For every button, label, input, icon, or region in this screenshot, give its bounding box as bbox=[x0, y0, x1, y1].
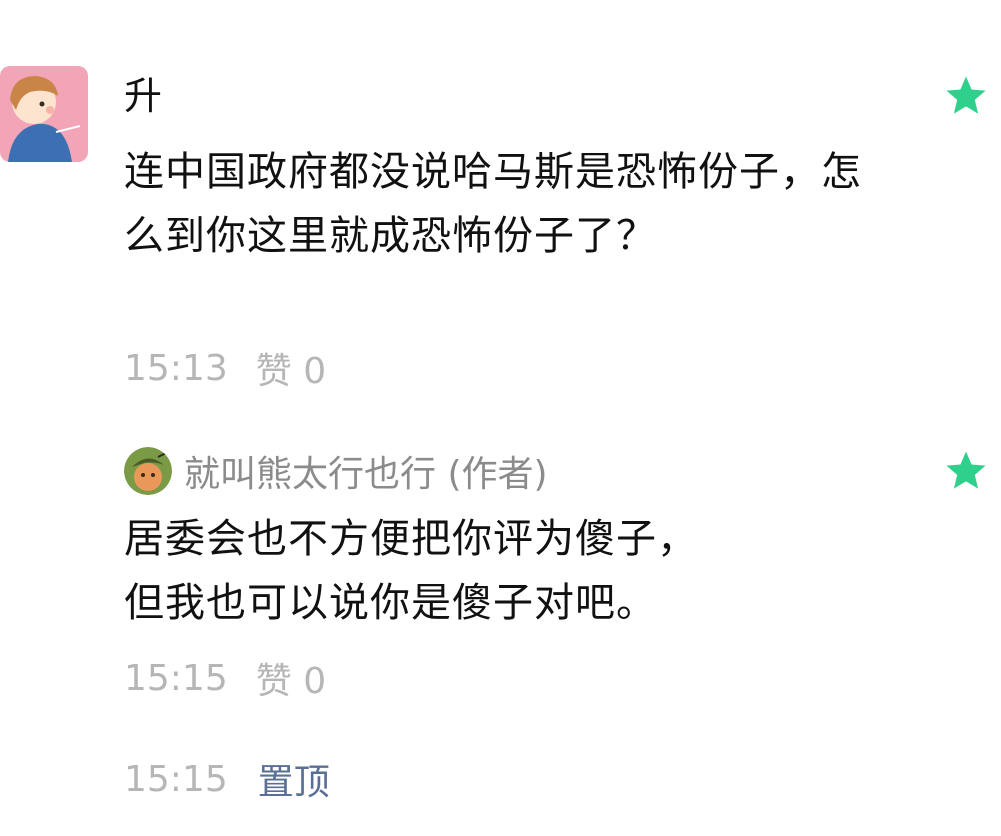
star-icon[interactable] bbox=[943, 448, 989, 494]
footer-meta: 15:15 置顶 bbox=[124, 753, 330, 805]
reply-text-line-1: 居委会也不方便把你评为傻子， bbox=[124, 516, 698, 562]
star-icon[interactable] bbox=[943, 73, 989, 119]
reply-header: 就叫熊太行也行 (作者) bbox=[124, 442, 548, 500]
cartoon-child-avatar-icon bbox=[0, 66, 88, 162]
comment-avatar[interactable] bbox=[0, 66, 88, 162]
comment-nickname[interactable]: 升 bbox=[124, 72, 162, 120]
reply-text-line-2: 但我也可以说你是傻子对吧。 bbox=[124, 580, 657, 626]
footer-time: 15:15 bbox=[124, 758, 228, 800]
reply-like-button[interactable]: 赞 0 bbox=[256, 652, 326, 704]
comment-like-button[interactable]: 赞 0 bbox=[256, 342, 326, 394]
pin-button[interactable]: 置顶 bbox=[258, 753, 330, 805]
reply-author-name[interactable]: 就叫熊太行也行 (作者) bbox=[184, 445, 548, 497]
comment-text: 连中国政府都没说哈马斯是恐怖份子，怎么到你这里就成恐怖份子了？ bbox=[124, 149, 862, 259]
reply-avatar[interactable] bbox=[124, 447, 172, 495]
comment-meta: 15:13 赞 0 bbox=[124, 342, 326, 394]
reply-meta: 15:15 赞 0 bbox=[124, 652, 326, 704]
reply-time: 15:15 bbox=[124, 657, 228, 699]
cartoon-avatar-icon bbox=[124, 447, 172, 495]
comment-time: 15:13 bbox=[124, 347, 228, 389]
